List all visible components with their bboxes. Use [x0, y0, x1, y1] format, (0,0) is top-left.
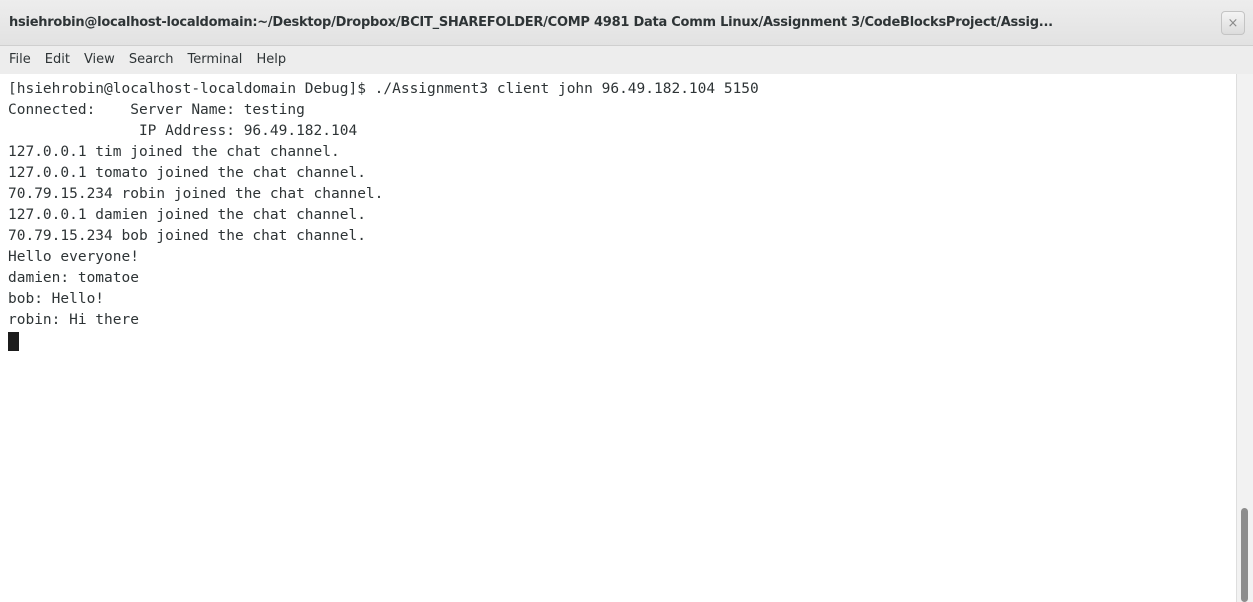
terminal-line: 70.79.15.234 robin joined the chat chann…: [8, 186, 384, 202]
terminal-line: Connected: Server Name: testing: [8, 102, 305, 118]
scrollbar-thumb[interactable]: [1241, 508, 1248, 602]
window-title: hsiehrobin@localhost-localdomain:~/Deskt…: [9, 15, 1053, 30]
terminal-line: IP Address: 96.49.182.104: [8, 123, 358, 139]
terminal-line: 127.0.0.1 tomato joined the chat channel…: [8, 165, 366, 181]
cursor-line: [8, 331, 1236, 352]
text-cursor: [8, 332, 19, 351]
terminal-line: bob: Hello!: [8, 291, 105, 307]
terminal-line: damien: tomatoe: [8, 270, 139, 286]
vertical-scrollbar[interactable]: [1236, 74, 1253, 602]
terminal-window: hsiehrobin@localhost-localdomain:~/Deskt…: [0, 0, 1253, 602]
menu-search[interactable]: Search: [122, 46, 181, 74]
menu-file[interactable]: File: [2, 46, 38, 74]
menu-help[interactable]: Help: [249, 46, 293, 74]
close-button[interactable]: ×: [1221, 11, 1245, 35]
terminal-line: 70.79.15.234 bob joined the chat channel…: [8, 228, 366, 244]
terminal-line: robin: Hi there: [8, 312, 139, 328]
terminal-output[interactable]: [hsiehrobin@localhost-localdomain Debug]…: [0, 74, 1236, 602]
terminal-line: Hello everyone!: [8, 249, 139, 265]
close-icon: ×: [1227, 15, 1239, 31]
title-bar[interactable]: hsiehrobin@localhost-localdomain:~/Deskt…: [0, 0, 1253, 46]
terminal-line: 127.0.0.1 damien joined the chat channel…: [8, 207, 366, 223]
menu-terminal[interactable]: Terminal: [180, 46, 249, 74]
menu-edit[interactable]: Edit: [38, 46, 77, 74]
terminal-line: 127.0.0.1 tim joined the chat channel.: [8, 144, 340, 160]
menu-view[interactable]: View: [77, 46, 122, 74]
terminal-line: [hsiehrobin@localhost-localdomain Debug]…: [8, 81, 759, 97]
menu-bar: File Edit View Search Terminal Help: [0, 46, 1253, 74]
